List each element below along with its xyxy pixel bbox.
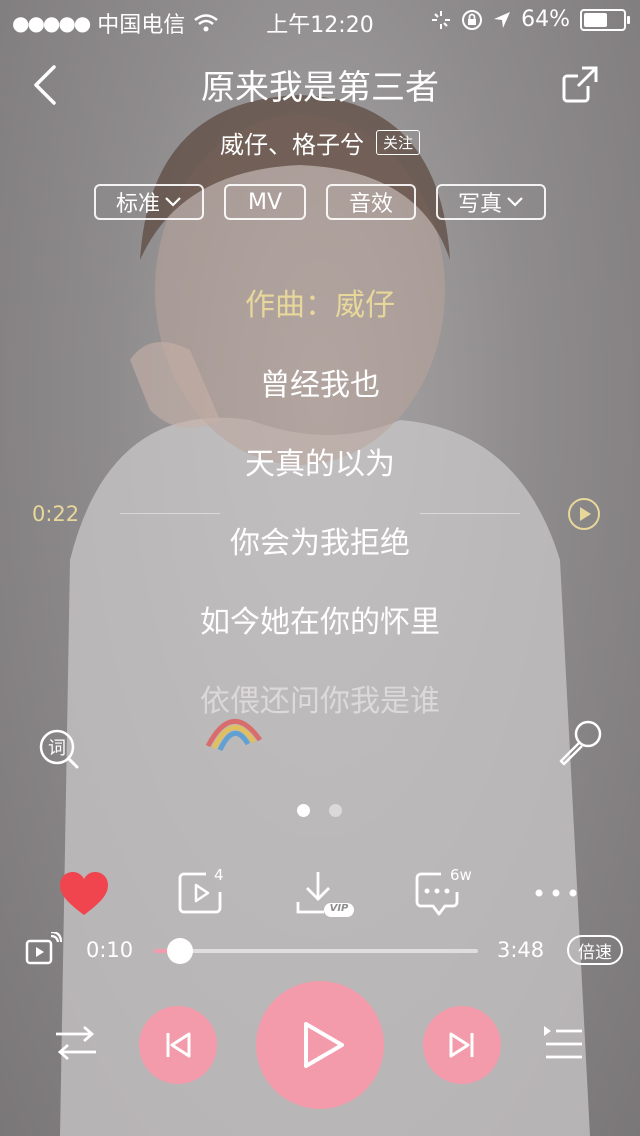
effects-label: 音效 (348, 192, 393, 217)
comment-count-badge: 6w (450, 866, 472, 884)
more-icon[interactable] (533, 886, 579, 900)
quality-select[interactable]: 标准 (94, 184, 204, 220)
svg-text:词: 词 (48, 738, 66, 759)
next-icon (449, 1032, 474, 1058)
shuffle-icon[interactable] (54, 1024, 98, 1064)
battery-icon (580, 8, 630, 31)
follow-button[interactable]: 关注 (375, 130, 420, 155)
speed-button[interactable]: 倍速 (567, 935, 623, 965)
lyrics-search-icon[interactable]: 词 (38, 728, 80, 770)
lyric-line[interactable]: 如今她在你的怀里 (0, 597, 640, 641)
play-icon (304, 1022, 344, 1068)
vip-badge: VIP (329, 903, 349, 914)
status-bar: ●●●●● 中国电信 上午12:20 64% (0, 0, 640, 40)
microphone-icon[interactable] (556, 718, 604, 766)
location-icon (494, 11, 511, 28)
previous-icon (166, 1032, 191, 1058)
lyric-line[interactable]: 依偎还问你我是谁 (0, 676, 640, 720)
total-time: 3:48 (497, 938, 545, 962)
play-button[interactable] (256, 981, 384, 1109)
progress-bar[interactable] (154, 938, 478, 964)
lyric-line[interactable]: 你会为我拒绝 (0, 518, 640, 562)
share-icon[interactable] (560, 64, 600, 104)
artist-names[interactable]: 威仔、格子兮 (220, 125, 364, 160)
chevron-down-icon (165, 197, 181, 207)
play-from-line-icon[interactable] (567, 497, 601, 531)
share-count-badge: 4 (214, 866, 224, 884)
sound-effects-button[interactable]: 音效 (326, 184, 416, 220)
photo-label: 写真 (457, 192, 502, 217)
progress-knob[interactable] (166, 938, 193, 964)
previous-button[interactable] (139, 1006, 217, 1084)
lyric-seek-time: 0:22 (32, 502, 80, 526)
playlist-icon[interactable] (542, 1024, 584, 1064)
song-title: 原来我是第三者 (201, 68, 439, 108)
battery-percent: 64% (521, 7, 570, 32)
seek-line-left (120, 513, 220, 514)
rotation-lock-icon (462, 9, 483, 30)
mv-button[interactable]: MV (224, 184, 306, 220)
quality-label: 标准 (115, 192, 160, 217)
heart-icon[interactable] (58, 871, 110, 917)
photo-select[interactable]: 写真 (436, 184, 546, 220)
loading-icon (432, 10, 451, 29)
battery-level (584, 12, 607, 27)
chevron-down-icon (507, 197, 523, 207)
next-button[interactable] (423, 1006, 501, 1084)
option-pills: 标准 MV 音效 写真 (0, 184, 640, 220)
mv-label: MV (247, 189, 283, 215)
background-photo (60, 95, 590, 1136)
page-dot[interactable] (329, 804, 342, 817)
lyric-line[interactable]: 作曲：威仔 (0, 280, 640, 324)
lyric-line[interactable]: 天真的以为 (0, 439, 640, 483)
cast-icon[interactable] (24, 932, 62, 966)
lyric-line[interactable]: 曾经我也 (0, 360, 640, 404)
current-time: 0:10 (86, 938, 134, 962)
seek-line-right (420, 513, 520, 514)
page-dot-active[interactable] (297, 804, 310, 817)
artist-row: 威仔、格子兮 关注 (0, 125, 640, 160)
